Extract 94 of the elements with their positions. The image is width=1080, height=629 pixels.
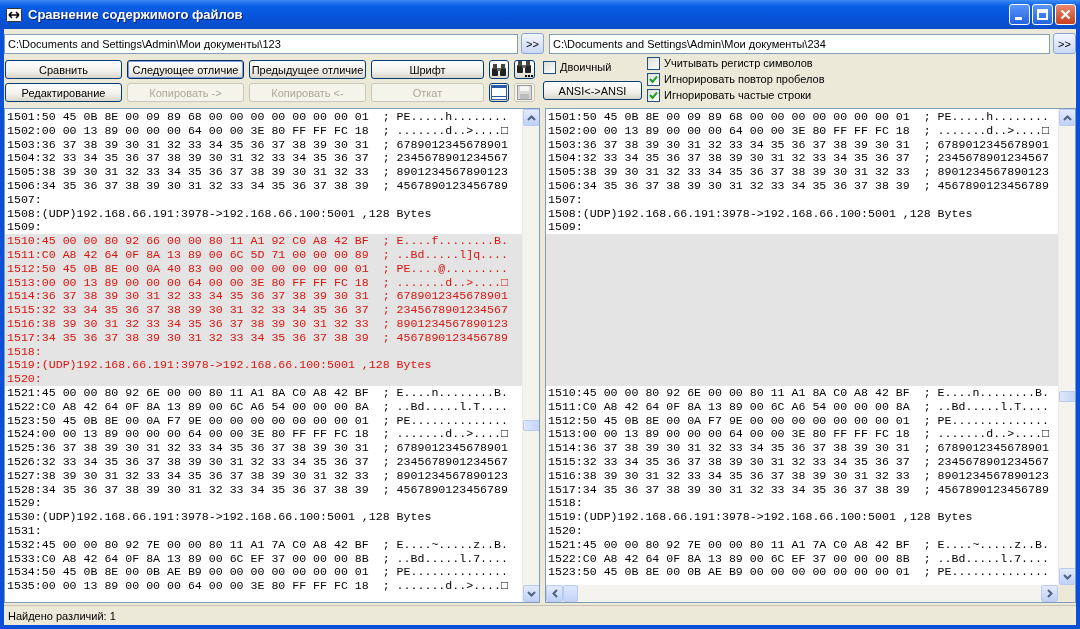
code-line: 1505:38 39 30 31 32 33 34 35 36 37 38 39 30 31 32 33 ; 8901234567890123 xyxy=(547,165,1050,179)
code-line: 1512:50 45 0B 8E 00 0A F7 9E 00 00 00 00 00 00 00 01 ; PE.............. xyxy=(547,413,1050,428)
code-line: 1501:50 45 0B 8E 00 09 89 68 00 00 00 00 00 00 00 01 ; PE.....h........ xyxy=(6,110,509,124)
encoding-button[interactable]: ANSI<->ANSI xyxy=(543,81,642,100)
code-line: 1531: xyxy=(6,523,43,538)
close-button[interactable] xyxy=(1055,4,1076,25)
code-line: 1507: xyxy=(547,192,584,207)
code-line: 1501:50 45 0B 8E 00 09 89 68 00 00 00 00 00 00 00 01 ; PE.....h........ xyxy=(547,110,1050,124)
status-text: Найдено различий: 1 xyxy=(8,609,116,622)
icon-button[interactable] xyxy=(514,60,535,79)
chevron-left-icon xyxy=(551,589,558,598)
code-line: 1523:50 45 0B 8E 00 0A F7 9E 00 00 00 00 00 00 00 01 ; PE.............. xyxy=(6,413,509,428)
double-arrow-icon xyxy=(6,7,22,22)
code-line: 1532:45 00 00 80 92 7E 00 00 80 11 A1 7A C0 A8 42 BF ; E....~.....z..B. xyxy=(6,537,509,552)
scroll-up-button[interactable] xyxy=(523,109,539,126)
chevron-down-icon xyxy=(527,590,536,597)
close-icon xyxy=(1060,9,1071,20)
chevron-down-icon xyxy=(1063,573,1072,580)
chevron-up-icon xyxy=(1063,114,1072,121)
code-line: 1521:45 00 00 80 92 7E 00 00 80 11 A1 7A C0 A8 42 BF ; E....~.....z..B. xyxy=(547,537,1050,552)
binoculars-dots-icon xyxy=(516,61,533,78)
code-line: 1503:36 37 38 39 30 31 32 33 34 35 36 37 38 39 30 31 ; 6789012345678901 xyxy=(547,137,1050,152)
code-line: 1525:36 37 38 39 30 31 32 33 34 35 36 37 38 39 30 31 ; 6789012345678901 xyxy=(6,441,509,455)
browse-button[interactable]: >> xyxy=(521,33,544,54)
code-line: 1502:00 00 13 89 00 00 00 64 00 00 3E 80 FF FF FC 18 ; .......d..>....□ xyxy=(6,123,509,138)
horizontal-scrollbar[interactable] xyxy=(546,585,1058,602)
maximize-button[interactable] xyxy=(1032,4,1053,25)
scroll-thumb[interactable] xyxy=(563,585,578,602)
code-line: 1509: xyxy=(547,220,584,235)
toolbar-button[interactable]: Следующее отличие xyxy=(127,60,244,79)
code-line: 1511:C0 A8 42 64 0F 8A 13 89 00 6C A6 54 00 00 00 8A ; ..Bd.....l.T.... xyxy=(547,399,1050,414)
option-checkbox[interactable]: Учитывать регистр символов xyxy=(647,56,825,70)
scroll-up-button[interactable] xyxy=(1059,109,1075,126)
code-line: 1506:34 35 36 37 38 39 30 31 32 33 34 35 36 37 38 39 ; 4567890123456789 xyxy=(547,179,1050,193)
code-line: 1515:32 33 34 35 36 37 38 39 30 31 32 33 34 35 36 37 ; 2345678901234567 xyxy=(547,454,1050,469)
scroll-right-button[interactable] xyxy=(1041,585,1058,602)
code-line: 1519:(UDP)192.168.66.191:3978->192.168.66.100:5001 ,128 Bytes xyxy=(547,510,974,524)
code-line: 1506:34 35 36 37 38 39 30 31 32 33 34 35 36 37 38 39 ; 4567890123456789 xyxy=(6,179,509,193)
chevron-right-icon xyxy=(1046,589,1053,598)
code-line: 1516:38 39 30 31 32 33 34 35 36 37 38 39 30 31 32 33 ; 8901234567890123 xyxy=(547,468,1050,483)
window-icon xyxy=(491,85,507,100)
code-line: 1508:(UDP)192.168.66.191:3978->192.168.66.100:5001 ,128 Bytes xyxy=(547,206,974,221)
code-line: 1502:00 00 13 89 00 00 00 64 00 00 3E 80 FF FF FC 18 ; .......d..>....□ xyxy=(547,123,1050,138)
code-line: 1509: xyxy=(6,220,43,235)
code-line: 1530:(UDP)192.168.66.191:3978->192.168.66.100:5001 ,128 Bytes xyxy=(6,510,433,524)
code-line: 1527:38 39 30 31 32 33 34 35 36 37 38 39 30 31 32 33 ; 8901234567890123 xyxy=(6,468,509,483)
toolbar-button[interactable]: Редактирование xyxy=(5,83,122,102)
scroll-left-button[interactable] xyxy=(546,585,563,602)
code-line: 1504:32 33 34 35 36 37 38 39 30 31 32 33 34 35 36 37 ; 2345678901234567 xyxy=(547,151,1050,166)
binoculars-icon xyxy=(491,62,507,77)
scroll-thumb[interactable] xyxy=(1059,391,1075,403)
chevron-up-icon xyxy=(527,114,536,121)
code-line: 1521:45 00 00 80 92 6E 00 00 80 11 A1 8A C0 A8 42 BF ; E....n........B. xyxy=(6,385,509,400)
code-line: 1534:50 45 0B 8E 00 0B AE B9 00 00 00 00 00 00 00 01 ; PE.............. xyxy=(6,565,509,580)
toolbar-button[interactable]: Предыдущее отличие xyxy=(249,60,366,79)
binary-checkbox[interactable]: Двоичный xyxy=(543,60,647,74)
code-line: 1518: xyxy=(547,496,584,511)
code-line: 1529: xyxy=(6,496,43,511)
minimize-button[interactable] xyxy=(1009,4,1030,25)
code-line: 1507: xyxy=(6,192,43,207)
icon-button[interactable] xyxy=(489,83,509,102)
option-checkbox[interactable]: Игнорировать повтор пробелов xyxy=(647,72,825,86)
code-line: 1508:(UDP)192.168.66.191:3978->192.168.66.100:5001 ,128 Bytes xyxy=(6,206,433,221)
code-line: 1526:32 33 34 35 36 37 38 39 30 31 32 33 34 35 36 37 ; 2345678901234567 xyxy=(6,454,509,469)
scroll-down-button[interactable] xyxy=(523,585,539,602)
browse-button[interactable]: >> xyxy=(1053,33,1076,54)
code-line: 1510:45 00 00 80 92 6E 00 00 80 11 A1 8A C0 A8 42 BF ; E....n........B. xyxy=(547,385,1050,400)
maximize-icon xyxy=(1037,9,1048,20)
code-line: 1520: xyxy=(547,523,584,538)
code-line: 1513:00 00 13 89 00 00 00 64 00 00 3E 80 FF FF FC 18 ; .......d..>....□ xyxy=(547,427,1050,442)
window-title: Сравнение содержимого файлов xyxy=(28,7,244,22)
code-line: 1535:00 00 13 89 00 00 00 64 00 00 3E 80 FF FF FC 18 ; .......d..>....□ xyxy=(6,579,509,593)
code-line: 1533:C0 A8 42 64 0F 8A 13 89 00 6C EF 37 00 00 00 8B ; ..Bd.....l.7.... xyxy=(6,551,509,566)
scroll-down-button[interactable] xyxy=(1059,568,1075,585)
code-line: 1523:50 45 0B 8E 00 0B AE B9 00 00 00 00 00 00 00 01 ; PE.............. xyxy=(547,565,1050,580)
file-path-field[interactable]: C:\Documents and Settings\Admin\Мои документы\234 xyxy=(549,33,1050,54)
icon-button[interactable] xyxy=(489,60,509,79)
code-line: 1522:C0 A8 42 64 0F 8A 13 89 00 6C A6 54 00 00 00 8A ; ..Bd.....l.T.... xyxy=(6,399,509,414)
code-line: 1505:38 39 30 31 32 33 34 35 36 37 38 39 30 31 32 33 ; 8901234567890123 xyxy=(6,165,509,179)
code-line: 1514:36 37 38 39 30 31 32 33 34 35 36 37 38 39 30 31 ; 6789012345678901 xyxy=(547,441,1050,455)
code-line: 1503:36 37 38 39 30 31 32 33 34 35 36 37 38 39 30 31 ; 6789012345678901 xyxy=(6,137,509,152)
file-path-field[interactable]: C:\Documents and Settings\Admin\Мои документы\123 xyxy=(4,33,518,54)
code-line: 1517:34 35 36 37 38 39 30 31 32 33 34 35 36 37 38 39 ; 4567890123456789 xyxy=(547,482,1050,497)
option-checkbox[interactable]: Игнорировать частые строки xyxy=(647,88,825,102)
vertical-scrollbar[interactable] xyxy=(522,109,539,602)
code-line: 1528:34 35 36 37 38 39 30 31 32 33 34 35 36 37 38 39 ; 4567890123456789 xyxy=(6,482,509,497)
code-line: 1522:C0 A8 42 64 0F 8A 13 89 00 6C EF 37 00 00 00 8B ; ..Bd.....l.7.... xyxy=(547,551,1050,566)
minimize-icon xyxy=(1015,17,1022,20)
code-line: 1524:00 00 13 89 00 00 00 64 00 00 3E 80 FF FF FC 18 ; .......d..>....□ xyxy=(6,427,509,442)
code-line: 1504:32 33 34 35 36 37 38 39 30 31 32 33 34 35 36 37 ; 2345678901234567 xyxy=(6,151,509,166)
toolbar-button[interactable]: Сравнить xyxy=(5,60,122,79)
toolbar-button[interactable]: Шрифт xyxy=(371,60,484,79)
scroll-thumb[interactable] xyxy=(523,419,539,431)
vertical-scrollbar[interactable] xyxy=(1058,109,1075,585)
